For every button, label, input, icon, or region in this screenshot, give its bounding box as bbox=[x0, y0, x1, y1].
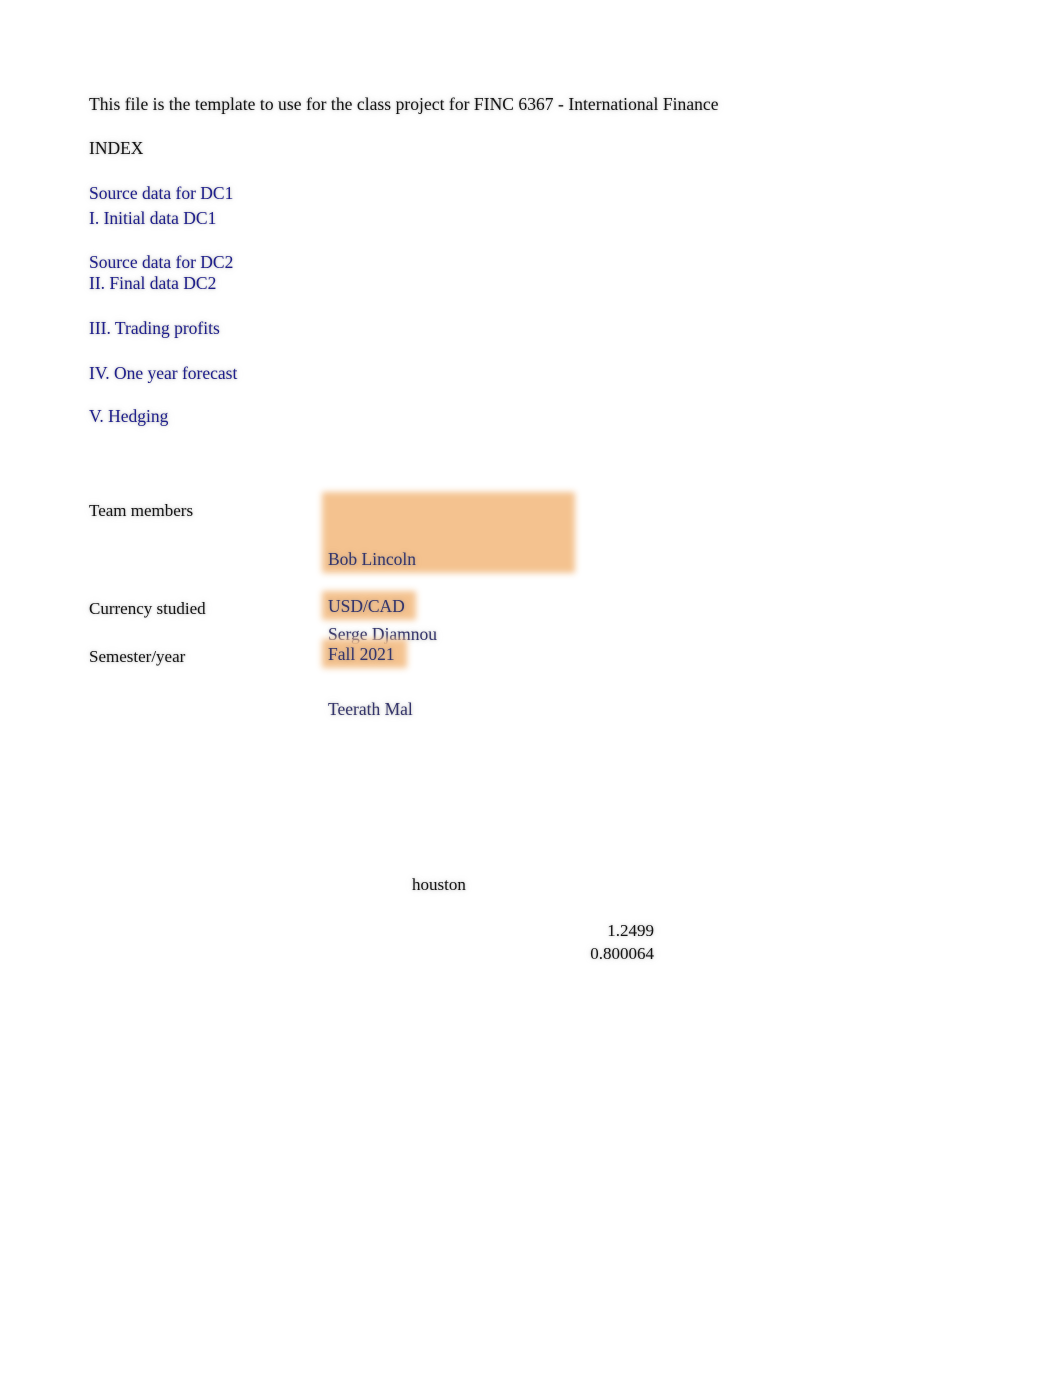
semester-year-value[interactable]: Fall 2021 bbox=[328, 644, 395, 665]
team-member-name: Bob Lincoln bbox=[328, 549, 416, 569]
index-link-source-data-dc1[interactable]: Source data for DC1 bbox=[89, 183, 233, 204]
rate-value-secondary: 0.800064 bbox=[590, 944, 654, 963]
index-link-source-data-dc2[interactable]: Source data for DC2 bbox=[89, 252, 233, 273]
rate-value-primary: 1.2499 bbox=[607, 921, 654, 940]
page-title: This file is the template to use for the… bbox=[89, 94, 719, 114]
label-team-members: Team members bbox=[89, 501, 194, 520]
document-page: This file is the template to use for the… bbox=[0, 0, 1062, 1377]
label-semester-year: Semester/year bbox=[89, 647, 186, 666]
index-link-hedging[interactable]: V. Hedging bbox=[89, 406, 168, 427]
team-member-name: Teerath Mal bbox=[328, 699, 413, 719]
index-heading: INDEX bbox=[89, 138, 144, 158]
index-link-trading-profits[interactable]: III. Trading profits bbox=[89, 318, 220, 339]
index-link-final-data-dc2[interactable]: II. Final data DC2 bbox=[89, 273, 216, 294]
index-link-one-year-forecast[interactable]: IV. One year forecast bbox=[89, 363, 237, 384]
location-text: houston bbox=[412, 875, 466, 894]
currency-studied-value[interactable]: USD/CAD bbox=[328, 596, 405, 617]
label-currency-studied: Currency studied bbox=[89, 599, 206, 618]
index-link-initial-data-dc1[interactable]: I. Initial data DC1 bbox=[89, 208, 216, 229]
team-members-value[interactable]: Bob Lincoln Serge Djamnou Teerath Mal bbox=[328, 497, 437, 772]
